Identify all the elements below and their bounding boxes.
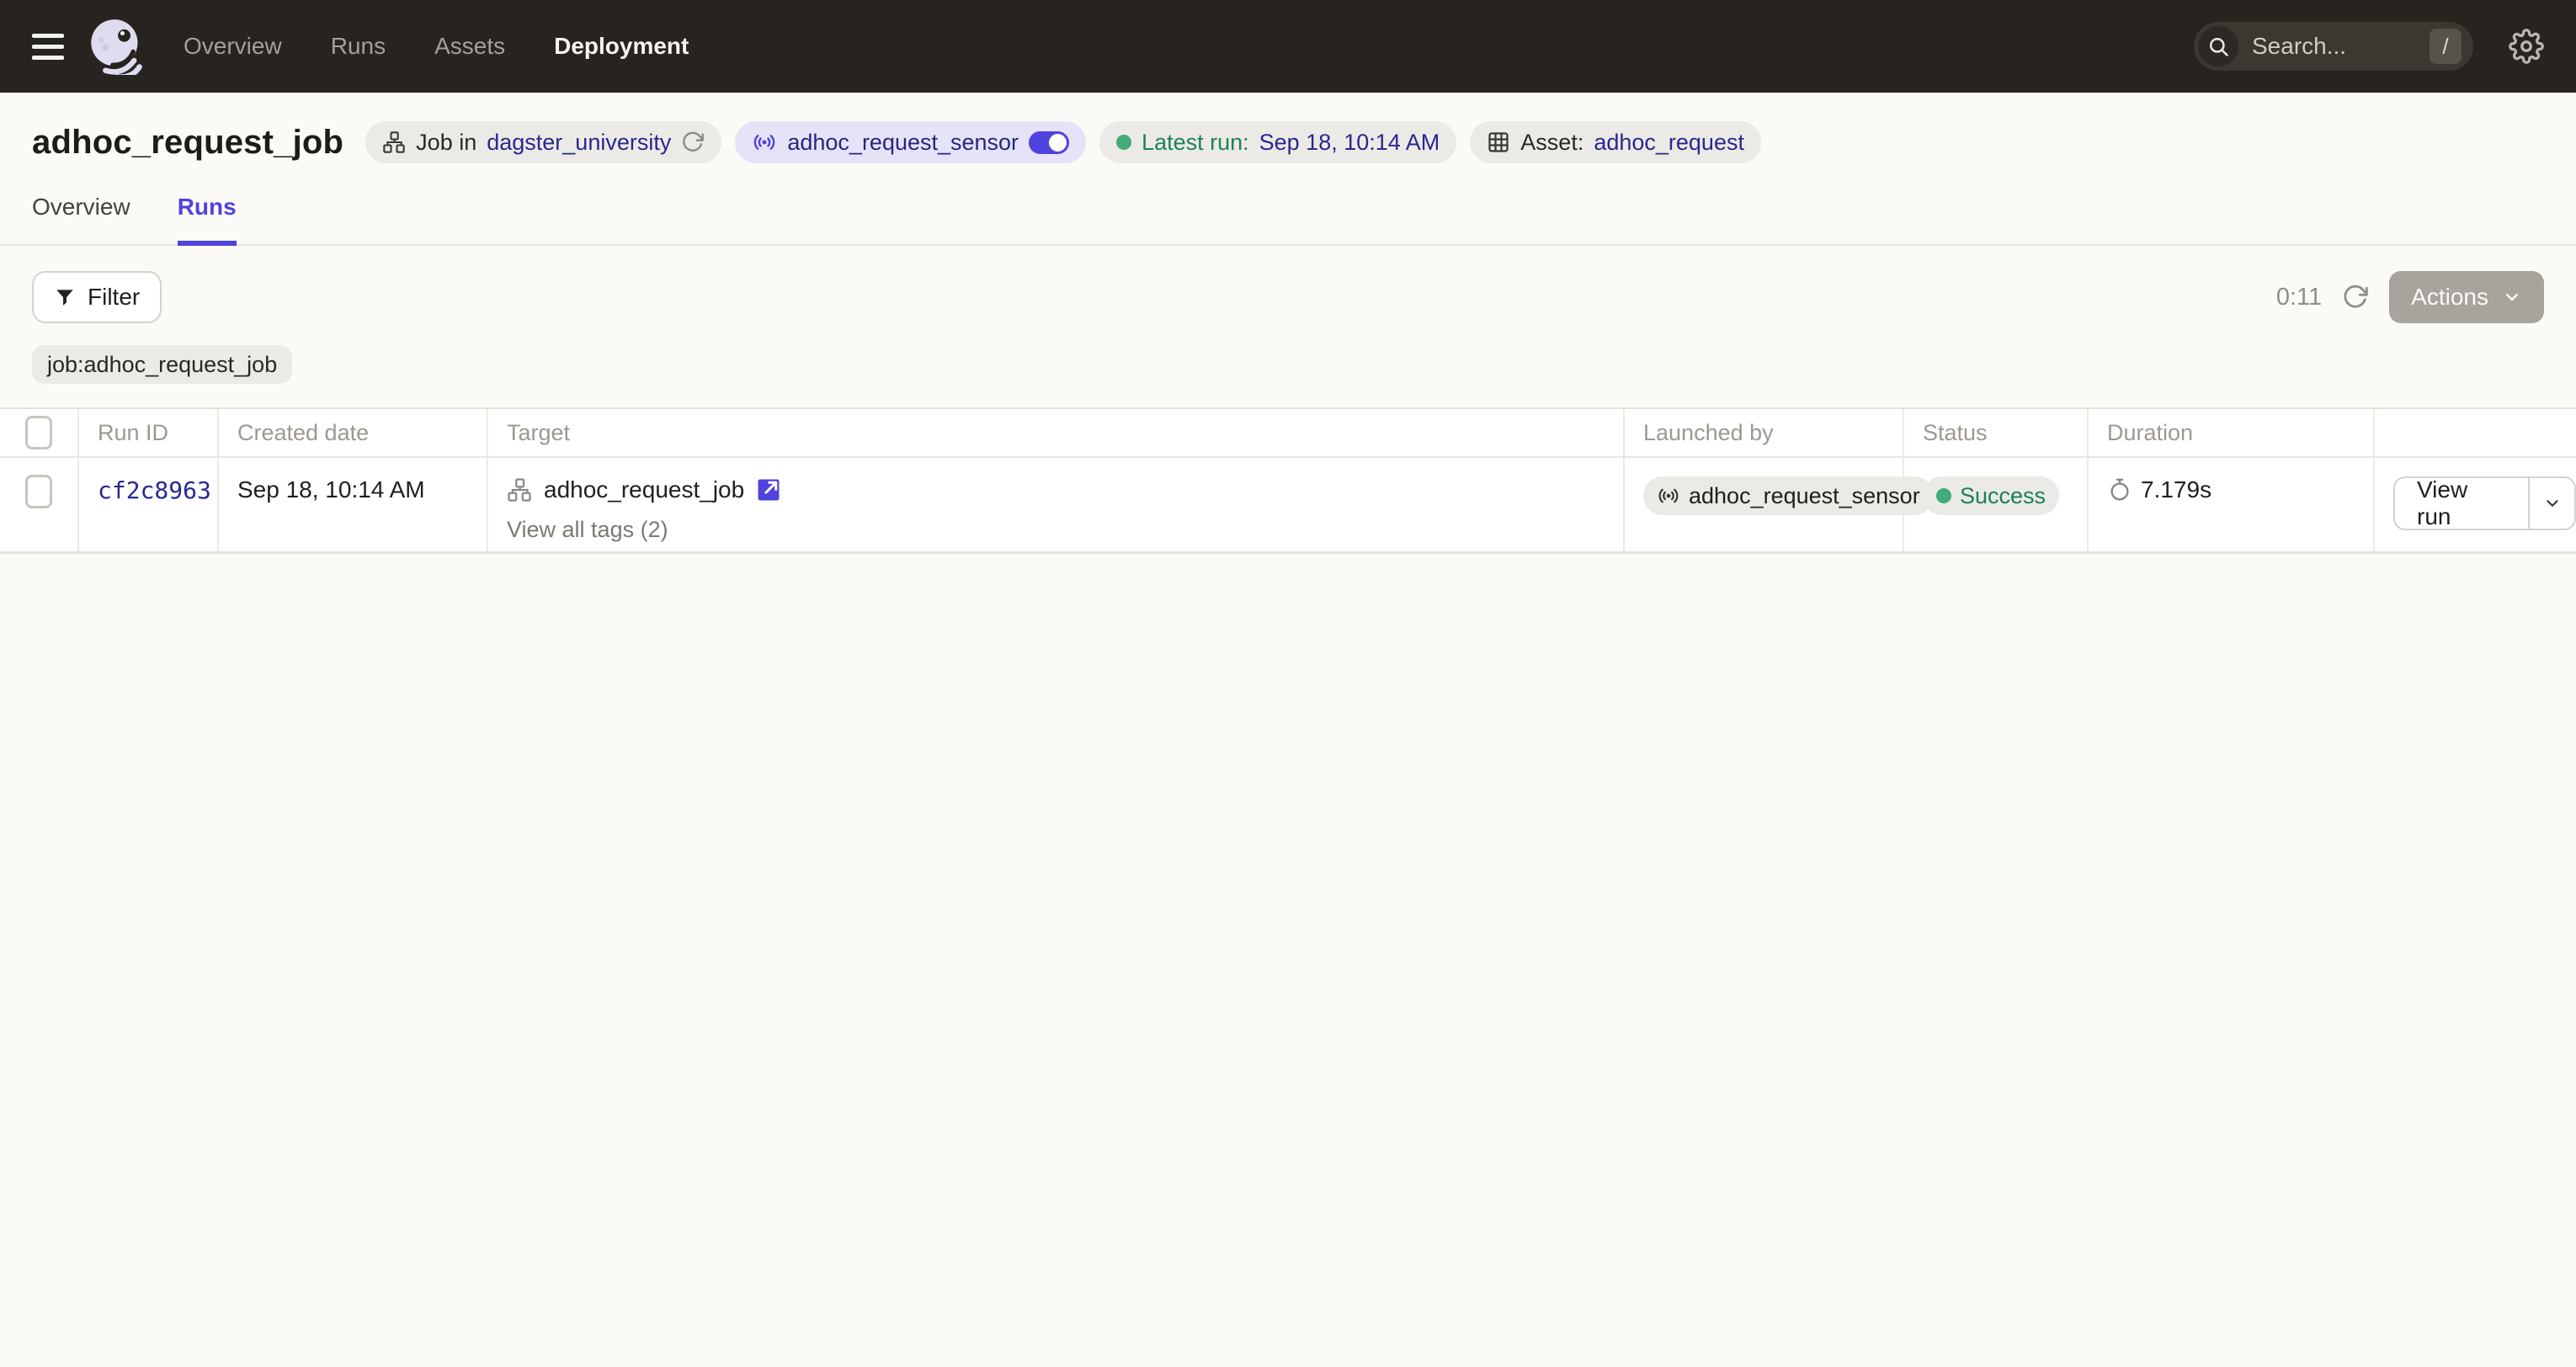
page-header: adhoc_request_job Job in dagster_univers… <box>0 93 2576 163</box>
code-location-link[interactable]: dagster_university <box>487 130 671 156</box>
column-header-launched-by: Launched by <box>1625 409 1904 456</box>
job-location-tag[interactable]: Job in dagster_university <box>365 121 721 163</box>
tab-overview[interactable]: Overview <box>32 194 130 246</box>
filter-button[interactable]: Filter <box>32 271 162 323</box>
column-header-duration: Duration <box>2089 409 2375 456</box>
sensor-name-link[interactable]: adhoc_request_sensor <box>787 130 1019 156</box>
runs-toolbar: Filter 0:11 Actions <box>0 246 2576 323</box>
column-header-target: Target <box>488 409 1625 456</box>
search-icon-circle <box>2198 26 2238 66</box>
select-all-checkbox[interactable] <box>25 416 52 449</box>
asset-tag-prefix: Asset: <box>1520 130 1583 156</box>
reload-location-icon[interactable] <box>681 130 705 154</box>
target-job-graph-icon <box>507 477 532 503</box>
duration-value: 7.179s <box>2141 476 2211 503</box>
page-title: adhoc_request_job <box>32 124 343 162</box>
search-shortcut-badge: / <box>2430 29 2462 64</box>
search-placeholder: Search... <box>2252 33 2416 60</box>
job-graph-icon <box>382 130 406 154</box>
menu-icon[interactable] <box>32 34 64 60</box>
view-all-tags-link[interactable]: View all tags (2) <box>507 517 1623 543</box>
runs-table: Run ID Created date Target Launched by S… <box>0 407 2576 554</box>
nav-deployment[interactable]: Deployment <box>554 33 689 60</box>
status-label: Success <box>1960 483 2046 509</box>
open-in-new-icon[interactable] <box>756 477 781 503</box>
status-badge: Success <box>1923 476 2059 515</box>
actions-button-label: Actions <box>2411 284 2488 311</box>
view-run-chevron-down-icon[interactable] <box>2530 478 2574 529</box>
nav-runs[interactable]: Runs <box>331 33 386 60</box>
column-header-created-date: Created date <box>219 409 488 456</box>
column-header-actions <box>2375 409 2576 456</box>
sensor-icon <box>752 130 777 155</box>
column-header-run-id: Run ID <box>79 409 219 456</box>
header-tags: Job in dagster_university adhoc_request_… <box>365 121 1761 163</box>
view-run-label: View run <box>2395 478 2528 529</box>
latest-run-prefix: Latest run: <box>1142 130 1249 156</box>
run-id-link[interactable]: cf2c8963 <box>98 476 211 504</box>
table-header-row: Run ID Created date Target Launched by S… <box>0 409 2576 458</box>
launched-by-label: adhoc_request_sensor <box>1689 483 1920 509</box>
latest-run-status-dot-icon <box>1116 135 1131 150</box>
actions-button[interactable]: Actions <box>2389 271 2544 323</box>
sensor-tag[interactable]: adhoc_request_sensor <box>735 121 1086 163</box>
settings-gear-icon[interactable] <box>2509 29 2544 64</box>
search-icon <box>2206 35 2230 58</box>
nav-overview[interactable]: Overview <box>184 33 282 60</box>
filter-funnel-icon <box>54 286 76 308</box>
latest-run-link[interactable]: Sep 18, 10:14 AM <box>1259 130 1440 156</box>
refresh-countdown: 0:11 <box>2276 284 2322 311</box>
nav-assets[interactable]: Assets <box>434 33 505 60</box>
table-row: cf2c8963 Sep 18, 10:14 AM adhoc_request_… <box>0 458 2576 554</box>
asset-grid-icon <box>1487 130 1510 154</box>
latest-run-tag[interactable]: Latest run: Sep 18, 10:14 AM <box>1099 121 1456 163</box>
asset-tag[interactable]: Asset: adhoc_request <box>1470 121 1761 163</box>
status-dot-icon <box>1936 488 1951 503</box>
search-input[interactable]: Search... / <box>2194 22 2473 71</box>
stopwatch-icon <box>2107 477 2132 503</box>
toolbar-right: 0:11 Actions <box>2276 271 2544 323</box>
created-date-cell: Sep 18, 10:14 AM <box>219 458 488 551</box>
page-tabs: Overview Runs <box>0 194 2576 246</box>
column-header-status: Status <box>1904 409 2089 456</box>
topbar-right: Search... / <box>2194 22 2544 71</box>
job-filter-chip[interactable]: job:adhoc_request_job <box>32 345 292 384</box>
refresh-icon[interactable] <box>2342 284 2369 311</box>
sensor-toggle[interactable] <box>1029 131 1069 154</box>
primary-nav: Overview Runs Assets Deployment <box>184 33 689 60</box>
active-filters-row: job:adhoc_request_job <box>0 323 2576 384</box>
tab-runs[interactable]: Runs <box>178 194 237 246</box>
filter-button-label: Filter <box>88 284 140 311</box>
job-tag-prefix: Job in <box>416 130 476 156</box>
target-job-link[interactable]: adhoc_request_job <box>544 476 744 503</box>
dagster-logo-icon[interactable] <box>88 18 145 75</box>
top-navigation-bar: Overview Runs Assets Deployment Search..… <box>0 0 2576 93</box>
asset-link[interactable]: adhoc_request <box>1594 130 1744 156</box>
launched-by-chip[interactable]: adhoc_request_sensor <box>1643 476 1934 515</box>
view-run-button[interactable]: View run <box>2393 476 2576 530</box>
launched-by-sensor-icon <box>1657 484 1680 508</box>
row-checkbox[interactable] <box>25 475 52 508</box>
actions-chevron-down-icon <box>2502 287 2522 307</box>
